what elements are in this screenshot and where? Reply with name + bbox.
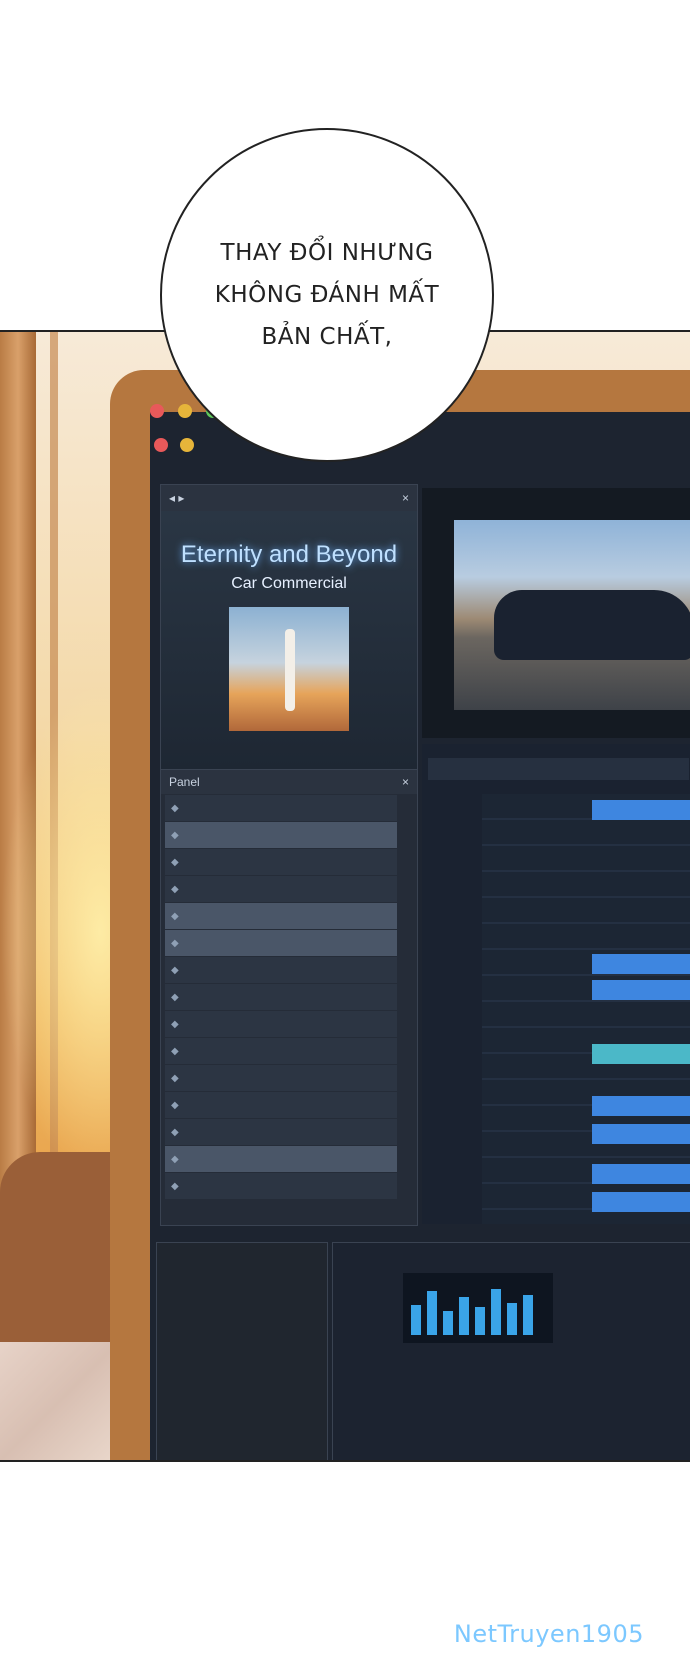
album-subtitle: Car Commercial: [231, 575, 347, 592]
mixer-panel: [332, 1242, 690, 1460]
close-dot[interactable]: [150, 404, 164, 418]
speech-bubble: THAY ĐỔI NHƯNG KHÔNG ĐÁNH MẤT BẢN CHẤT,: [160, 128, 494, 462]
inspect-panel: [156, 1242, 328, 1460]
timeline-clip[interactable]: [592, 954, 690, 974]
item-icon: ◆: [171, 991, 179, 1003]
comic-panel: ◂ ▸ × Eternity and Beyond Car Commercial…: [0, 330, 690, 1462]
inner-close-dot[interactable]: [154, 438, 168, 452]
list-close-icon[interactable]: ×: [402, 775, 409, 789]
list-item[interactable]: ◆: [165, 930, 397, 956]
speech-line-1: THAY ĐỔI NHƯNG: [220, 240, 434, 266]
timeline-clip[interactable]: [592, 800, 690, 820]
minimize-dot[interactable]: [178, 404, 192, 418]
library-header: ◂ ▸ ×: [161, 485, 417, 511]
list-item[interactable]: ◆: [165, 849, 397, 875]
item-icon: ◆: [171, 1153, 179, 1165]
timeline-grid[interactable]: [482, 794, 690, 1224]
item-icon: ◆: [171, 856, 179, 868]
playback-icon[interactable]: ◂ ▸: [169, 491, 184, 505]
timeline-clip[interactable]: [592, 1192, 690, 1212]
item-icon: ◆: [171, 937, 179, 949]
list-item[interactable]: ◆: [165, 1092, 397, 1118]
item-icon: ◆: [171, 964, 179, 976]
list-item[interactable]: ◆: [165, 1011, 397, 1037]
speech-line-3: BẢN CHẤT,: [261, 324, 393, 350]
list-item[interactable]: ◆: [165, 1038, 397, 1064]
timeline-clip[interactable]: [592, 1096, 690, 1116]
album-title: Eternity and Beyond: [180, 541, 398, 568]
library-panel: ◂ ▸ × Eternity and Beyond Car Commercial…: [160, 484, 418, 1226]
speech-line-2: KHÔNG ĐÁNH MẤT: [214, 282, 440, 308]
album-area: Eternity and Beyond Car Commercial: [161, 511, 417, 769]
item-icon: ◆: [171, 1126, 179, 1138]
marble-table: [0, 1342, 120, 1460]
item-icon: ◆: [171, 910, 179, 922]
item-icon: ◆: [171, 1018, 179, 1030]
item-icon: ◆: [171, 1180, 179, 1192]
item-icon: ◆: [171, 829, 179, 841]
album-art: [229, 607, 349, 731]
laptop-screen: ◂ ▸ × Eternity and Beyond Car Commercial…: [150, 404, 690, 1460]
item-icon: ◆: [171, 1072, 179, 1084]
level-meter: [403, 1273, 553, 1343]
video-preview-panel: [422, 488, 690, 738]
item-icon: ◆: [171, 1045, 179, 1057]
video-preview[interactable]: [454, 520, 690, 710]
list-title: Panel: [169, 775, 200, 789]
timeline-clip[interactable]: [592, 980, 690, 1000]
list-item[interactable]: ◆: [165, 903, 397, 929]
close-icon[interactable]: ×: [402, 491, 409, 505]
list-item[interactable]: ◆: [165, 957, 397, 983]
timeline-clip[interactable]: [592, 1124, 690, 1144]
list-item[interactable]: ◆: [165, 984, 397, 1010]
list-item[interactable]: ◆: [165, 822, 397, 848]
list-header: Panel ×: [161, 769, 417, 794]
inner-minimize-dot[interactable]: [180, 438, 194, 452]
timeline-clip[interactable]: [592, 1044, 690, 1064]
item-icon: ◆: [171, 883, 179, 895]
list-item[interactable]: ◆: [165, 876, 397, 902]
item-icon: ◆: [171, 1099, 179, 1111]
timeline-panel: [422, 744, 690, 1224]
list-item[interactable]: ◆: [165, 1173, 397, 1199]
watermark: NetTruyen1905: [453, 1620, 644, 1648]
list-item[interactable]: ◆: [165, 1065, 397, 1091]
list-item[interactable]: ◆: [165, 1119, 397, 1145]
list-item[interactable]: ◆: [165, 1146, 397, 1172]
list-item[interactable]: ◆: [165, 795, 397, 821]
timeline-toolbar[interactable]: [428, 758, 689, 780]
item-icon: ◆: [171, 802, 179, 814]
car-image: [494, 590, 690, 660]
timeline-clip[interactable]: [592, 1164, 690, 1184]
